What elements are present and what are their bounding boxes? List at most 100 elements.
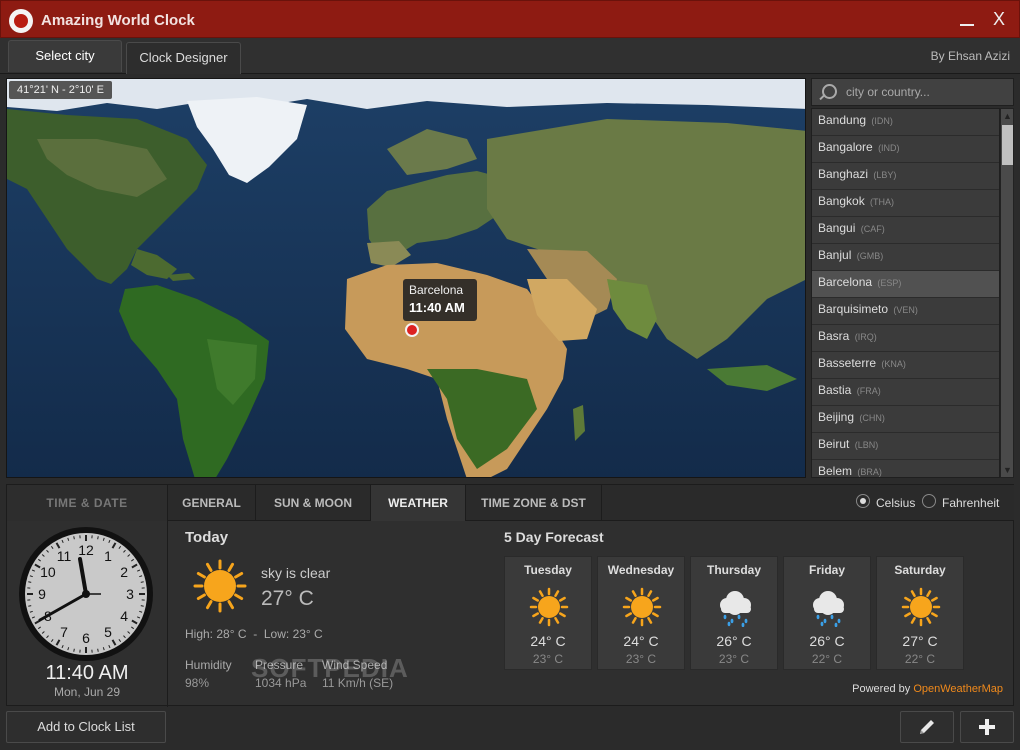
forecast-day: Thursday — [706, 563, 761, 577]
city-list-item[interactable]: Banjul (GMB) — [812, 244, 999, 271]
city-name: Barquisimeto — [818, 302, 889, 316]
country-code: (LBN) — [854, 440, 879, 450]
forecast-day: Saturday — [894, 563, 946, 577]
country-code: (CAF) — [860, 224, 885, 234]
city-name: Banjul — [818, 248, 852, 262]
forecast-card: Saturday 27° C 22° C — [876, 556, 964, 670]
scroll-up-icon[interactable]: ▲ — [1002, 111, 1013, 121]
date-label: Mon, Jun 29 — [53, 685, 121, 699]
subtab-time-zone-dst[interactable]: TIME ZONE & DST — [466, 485, 602, 521]
forecast-day: Friday — [808, 563, 845, 577]
forecast-high: 27° C — [902, 633, 938, 649]
clock-number: 12 — [78, 542, 94, 558]
sun-icon — [901, 587, 941, 627]
clock-number: 1 — [104, 548, 112, 564]
world-map[interactable]: 41°21' N - 2°10' E Barcelona 11:40 AM — [6, 78, 806, 478]
clock-number: 3 — [126, 586, 134, 602]
fahrenheit-label: Fahrenheit — [942, 496, 1000, 510]
city-name: Beirut — [818, 437, 850, 451]
city-list-item[interactable]: Basra (IRQ) — [812, 325, 999, 352]
close-icon[interactable]: X — [989, 9, 1009, 29]
title-bar: Amazing World Clock X — [0, 0, 1020, 38]
digital-time: 11:40 AM — [45, 662, 129, 684]
clock-number: 6 — [82, 630, 90, 646]
forecast-card: Thursday 26° C 23° C — [690, 556, 778, 670]
city-name: Banghazi — [818, 167, 869, 181]
forecast-low: 23° C — [718, 652, 750, 666]
clock-number: 10 — [40, 564, 56, 580]
city-list: Bandung (IDN) Bangalore (IND) Banghazi (LB… — [811, 108, 1000, 478]
high-label: High: — [185, 627, 214, 641]
tab-clock-designer[interactable]: Clock Designer — [126, 42, 241, 74]
clock-number: 4 — [120, 608, 128, 624]
city-name: Bandung — [818, 113, 867, 127]
tooltip-time: 11:40 AM — [409, 300, 465, 315]
edit-button[interactable] — [900, 711, 954, 743]
city-name: Basseterre — [818, 356, 877, 370]
forecast-card: Tuesday 24° C 23° C — [504, 556, 592, 670]
globe-logo-icon — [9, 9, 33, 33]
celsius-label: Celsius — [876, 496, 916, 510]
city-list-item[interactable]: Bastia (FRA) — [812, 379, 999, 406]
scroll-thumb[interactable] — [1002, 125, 1013, 165]
humidity-label: Humidity — [185, 658, 232, 672]
city-list-item[interactable]: Barcelona (ESP) — [812, 271, 999, 298]
city-name: Barcelona — [818, 275, 873, 289]
info-subtab-bar: GENERAL SUN & MOON WEATHER TIME ZONE & D… — [168, 485, 1014, 521]
city-name: Bastia — [818, 383, 852, 397]
time-date-header: TIME & DATE — [7, 485, 167, 521]
forecast-high: 24° C — [623, 633, 659, 649]
country-code: (THA) — [870, 197, 895, 207]
minimize-icon[interactable] — [959, 14, 975, 28]
pencil-icon — [920, 720, 934, 734]
country-code: (IDN) — [871, 116, 893, 126]
city-name: Basra — [818, 329, 850, 343]
country-code: (FRA) — [856, 386, 881, 396]
city-list-item[interactable]: Bangalore (IND) — [812, 136, 999, 163]
add-to-clock-list-button[interactable]: Add to Clock List — [6, 711, 166, 743]
city-marker-icon[interactable] — [405, 323, 419, 337]
fahrenheit-radio[interactable] — [922, 494, 936, 508]
analog-clock: 121234567891011 — [19, 527, 153, 661]
forecast-low: 23° C — [532, 652, 564, 666]
subtab-general[interactable]: GENERAL — [168, 485, 256, 521]
softpedia-watermark: SOFTPEDIA — [251, 653, 409, 683]
country-code: (BRA) — [857, 467, 882, 477]
high-low-temps: High: 28° C - Low: 23° C — [185, 627, 323, 641]
subtab-weather[interactable]: WEATHER — [371, 485, 466, 521]
city-list-item[interactable]: Belem (BRA) — [812, 460, 999, 477]
clock-number: 7 — [60, 624, 68, 640]
add-button[interactable] — [960, 711, 1014, 743]
powered-by: Powered by OpenWeatherMap — [852, 683, 1003, 695]
city-list-item[interactable]: Banghazi (LBY) — [812, 163, 999, 190]
search-input[interactable] — [846, 82, 1006, 102]
city-name: Bangalore — [818, 140, 873, 154]
city-list-item[interactable]: Basseterre (KNA) — [812, 352, 999, 379]
country-code: (ESP) — [877, 278, 902, 288]
app-title: Amazing World Clock — [41, 12, 195, 29]
forecast-day: Tuesday — [524, 563, 572, 577]
city-list-scrollbar[interactable]: ▲ ▼ — [1000, 108, 1014, 478]
clock-number: 9 — [38, 586, 46, 602]
celsius-radio[interactable] — [856, 494, 870, 508]
city-list-item[interactable]: Bandung (IDN) — [812, 109, 999, 136]
weather-condition: sky is clear — [261, 565, 331, 581]
tooltip-city: Barcelona — [409, 283, 464, 297]
scroll-down-icon[interactable]: ▼ — [1002, 465, 1013, 475]
info-panel: TIME & DATE 121234567891011 11:40 AM Mon… — [6, 484, 1014, 707]
openweathermap-link[interactable]: OpenWeatherMap — [913, 683, 1003, 695]
rain-cloud-icon — [720, 591, 751, 627]
subtab-sun-moon[interactable]: SUN & MOON — [256, 485, 371, 521]
forecast-high: 24° C — [530, 633, 566, 649]
country-code: (CHN) — [859, 413, 885, 423]
country-code: (KNA) — [881, 359, 906, 369]
city-list-item[interactable]: Beijing (CHN) — [812, 406, 999, 433]
forecast-low: 23° C — [625, 652, 657, 666]
city-list-item[interactable]: Barquisimeto (VEN) — [812, 298, 999, 325]
search-icon — [822, 84, 837, 99]
forecast-day: Wednesday — [607, 563, 675, 577]
city-list-item[interactable]: Beirut (LBN) — [812, 433, 999, 460]
city-list-item[interactable]: Bangkok (THA) — [812, 190, 999, 217]
city-list-item[interactable]: Bangui (CAF) — [812, 217, 999, 244]
tab-select-city[interactable]: Select city — [8, 40, 122, 72]
